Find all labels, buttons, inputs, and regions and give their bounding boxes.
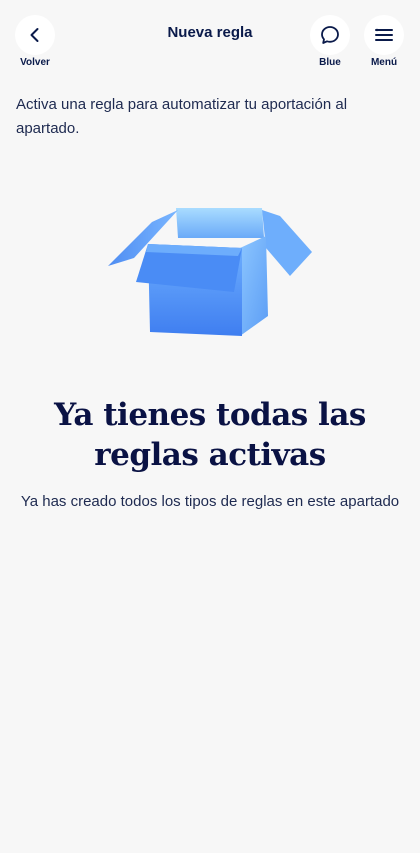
intro-text: Activa una regla para automatizar tu apo…	[16, 96, 348, 137]
menu-label[interactable]: Menú	[354, 57, 414, 68]
subline-text: Ya has creado todos los tipos de reglas …	[20, 493, 400, 510]
back-label[interactable]: Volver	[5, 57, 65, 68]
chat-label[interactable]: Blue	[300, 57, 360, 68]
menu-button[interactable]	[364, 15, 404, 55]
open-box-illustration	[108, 208, 312, 336]
chat-bubble-icon	[321, 26, 339, 44]
page-title: Nueva regla	[167, 24, 253, 41]
top-bar: Volver Nueva regla Blue Menú	[0, 0, 420, 80]
headline: Ya tienes todas las reglas activas	[54, 397, 366, 473]
menu-icon	[375, 28, 393, 41]
chat-button[interactable]	[310, 15, 350, 55]
